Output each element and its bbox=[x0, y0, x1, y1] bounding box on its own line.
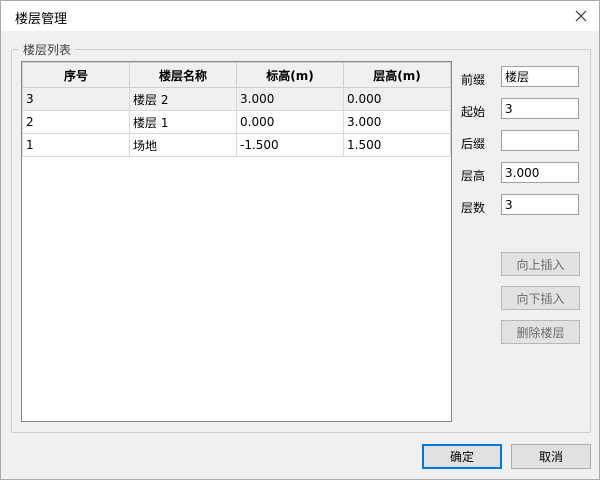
suffix-input[interactable] bbox=[501, 130, 579, 151]
floor-management-dialog: 楼层管理 楼层列表 序号 楼层名称 标高(m) 层高(m) 3 楼层 2 3.0… bbox=[0, 0, 600, 480]
table-cell: 1.500 bbox=[343, 133, 451, 157]
cancel-button[interactable]: 取消 bbox=[511, 444, 591, 469]
table-cell: 1 bbox=[22, 133, 130, 157]
close-icon bbox=[575, 10, 587, 22]
table-cell: -1.500 bbox=[236, 133, 344, 157]
table-row[interactable]: 3 楼层 2 3.000 0.000 bbox=[22, 87, 451, 111]
table-cell: 场地 bbox=[129, 133, 237, 157]
floor-height-label: 层高 bbox=[461, 169, 486, 183]
prefix-label: 前缀 bbox=[461, 73, 486, 87]
table-row[interactable]: 1 场地 -1.500 1.500 bbox=[22, 133, 451, 157]
floor-count-label: 层数 bbox=[461, 201, 486, 215]
column-header-elevation[interactable]: 标高(m) bbox=[236, 62, 344, 88]
column-header-floor-height[interactable]: 层高(m) bbox=[343, 62, 451, 88]
table-cell: 3 bbox=[22, 87, 130, 111]
insert-above-button[interactable]: 向上插入 bbox=[501, 252, 580, 276]
table-cell: 2 bbox=[22, 110, 130, 134]
start-input[interactable] bbox=[501, 98, 579, 119]
delete-floor-button[interactable]: 删除楼层 bbox=[501, 320, 580, 344]
suffix-label: 后缀 bbox=[461, 137, 486, 151]
dialog-title: 楼层管理 bbox=[15, 12, 68, 27]
column-header-index[interactable]: 序号 bbox=[22, 62, 130, 88]
floor-height-input[interactable] bbox=[501, 162, 579, 183]
title-bar: 楼层管理 bbox=[1, 1, 599, 31]
table-cell: 楼层 2 bbox=[129, 87, 237, 111]
table-cell: 0.000 bbox=[343, 87, 451, 111]
floor-list-legend: 楼层列表 bbox=[19, 41, 76, 58]
start-label: 起始 bbox=[461, 105, 486, 119]
floor-table: 序号 楼层名称 标高(m) 层高(m) 3 楼层 2 3.000 0.000 2… bbox=[22, 62, 451, 157]
table-cell: 0.000 bbox=[236, 110, 344, 134]
floor-table-container[interactable]: 序号 楼层名称 标高(m) 层高(m) 3 楼层 2 3.000 0.000 2… bbox=[21, 61, 452, 422]
insert-below-button[interactable]: 向下插入 bbox=[501, 286, 580, 310]
ok-button[interactable]: 确定 bbox=[422, 444, 502, 469]
close-button[interactable] bbox=[569, 4, 593, 28]
table-cell: 楼层 1 bbox=[129, 110, 237, 134]
table-cell: 3.000 bbox=[236, 87, 344, 111]
table-row[interactable]: 2 楼层 1 0.000 3.000 bbox=[22, 110, 451, 134]
floor-count-input[interactable] bbox=[501, 194, 579, 215]
prefix-input[interactable] bbox=[501, 66, 579, 87]
table-header-row: 序号 楼层名称 标高(m) 层高(m) bbox=[22, 62, 451, 88]
column-header-floor-name[interactable]: 楼层名称 bbox=[129, 62, 237, 88]
table-cell: 3.000 bbox=[343, 110, 451, 134]
